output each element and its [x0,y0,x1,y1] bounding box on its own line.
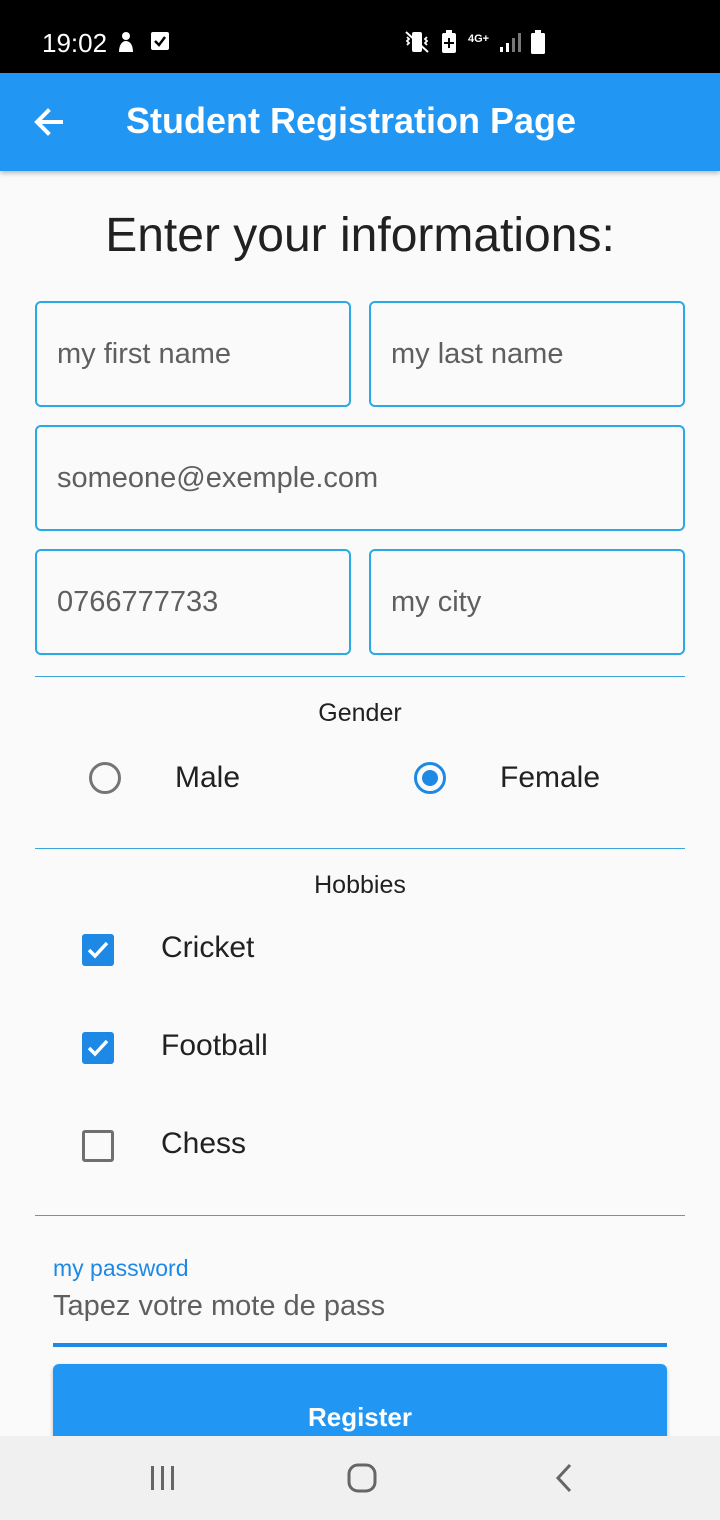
checkbox-football[interactable] [82,1032,114,1064]
system-nav-bar [0,1436,720,1520]
email-input[interactable] [37,427,683,529]
battery-saver-icon [442,30,456,53]
status-icons-right: 4G+ [404,30,546,54]
status-icons-left [116,30,170,54]
hobbies-label: Hobbies [314,871,406,899]
city-input[interactable] [371,551,683,653]
first-name-field[interactable] [35,301,351,407]
password-input[interactable] [53,1282,667,1330]
phone-field[interactable] [35,549,351,655]
arrow-back-icon [34,108,63,136]
cricket-label[interactable]: Cricket [161,931,254,965]
signal-icon [500,33,522,52]
password-label: my password [53,1255,189,1281]
radio-male[interactable] [89,762,121,794]
back-button[interactable] [24,97,74,147]
status-time: 19:02 [42,28,108,58]
radio-female[interactable] [414,762,446,794]
password-underline [53,1343,667,1347]
check-icon [87,1039,109,1057]
first-name-input[interactable] [37,303,349,405]
nav-back-button[interactable] [544,1458,584,1498]
vibrate-icon [405,31,429,53]
home-button[interactable] [342,1458,382,1498]
recent-apps-button[interactable] [142,1458,182,1498]
gender-label: Gender [318,699,402,727]
divider [35,676,685,677]
divider [35,1215,685,1216]
checkbox-cricket[interactable] [82,934,114,966]
football-label[interactable]: Football [161,1029,268,1063]
network-type-label: 4G+ [468,32,490,45]
recent-apps-icon [151,1466,174,1490]
phone-input[interactable] [37,551,349,653]
last-name-field[interactable] [369,301,685,407]
male-label[interactable]: Male [175,761,240,795]
email-field[interactable] [35,425,685,531]
divider [35,848,685,849]
checkbox-chess[interactable] [82,1130,114,1162]
check-box-notification-icon [151,32,169,50]
status-bar: 19:02 4G+ [0,0,720,73]
app-bar: Student Registration Page [0,73,720,171]
last-name-input[interactable] [371,303,683,405]
check-icon [87,941,109,959]
page-title: Student Registration Page [126,100,577,141]
battery-icon [531,30,546,54]
chess-label[interactable]: Chess [161,1127,246,1161]
form-heading: Enter your informations: [105,209,615,262]
back-icon [555,1463,572,1493]
person-icon [119,32,133,52]
home-icon [347,1463,377,1493]
female-label[interactable]: Female [500,761,600,795]
city-field[interactable] [369,549,685,655]
